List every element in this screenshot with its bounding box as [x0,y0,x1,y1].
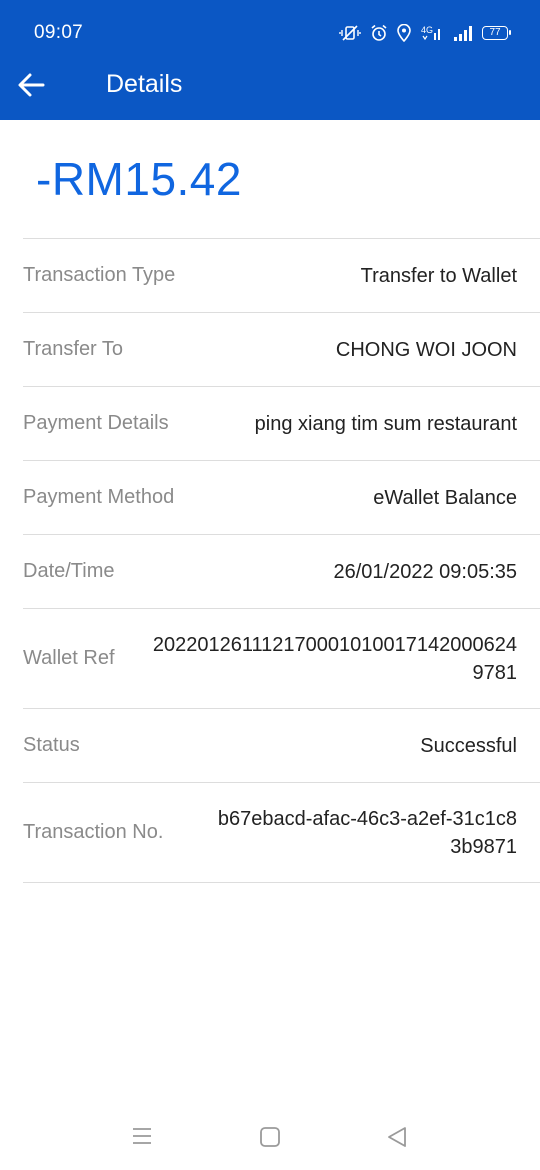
back-triangle-icon [388,1127,406,1147]
detail-value: 26/01/2022 09:05:35 [333,560,517,583]
detail-label: Wallet Ref [23,647,115,669]
detail-row-date-time: Date/Time 26/01/2022 09:05:35 [23,535,540,609]
detail-label: Status [23,734,80,756]
detail-value: ping xiang tim sum restaurant [254,412,517,435]
detail-row-transaction-type: Transaction Type Transfer to Wallet [23,239,540,313]
vibrate-mute-icon [339,24,361,42]
detail-label: Payment Method [23,486,175,508]
status-bar: 09:07 4G 77 [0,0,540,66]
status-value: Successful [420,734,517,757]
app-header: 09:07 4G 77 Details [0,0,540,120]
location-icon [397,24,411,42]
alarm-icon [370,24,388,42]
battery-icon: 77 [482,26,511,40]
detail-value: Transfer to Wallet [360,264,517,287]
page-title: Details [106,70,183,98]
nav-back-button[interactable] [386,1126,410,1148]
transaction-amount: -RM15.42 [36,153,242,205]
arrow-left-icon [18,73,45,97]
detail-row-transfer-to: Transfer To CHONG WOI JOON [23,313,540,387]
detail-value: b67ebacd-afac-46c3-a2ef-31c1c83b9871 [217,807,517,858]
system-nav-bar [0,1100,540,1170]
svg-text:4G: 4G [421,25,433,35]
detail-row-payment-details: Payment Details ping xiang tim sum resta… [23,387,540,461]
detail-row-status: Status Successful [23,709,540,783]
detail-value: eWallet Balance [373,486,517,509]
nav-menu-button[interactable] [131,1126,155,1148]
nav-home-button[interactable] [259,1126,283,1148]
4g-icon: 4G [420,24,444,42]
detail-label: Transaction Type [23,264,176,286]
detail-label: Transaction No. [23,821,164,843]
detail-row-transaction-no: Transaction No. b67ebacd-afac-46c3-a2ef-… [23,783,540,883]
menu-icon [133,1128,151,1144]
detail-label: Transfer To [23,338,124,360]
detail-value: CHONG WOI JOON [335,338,517,361]
detail-label: Date/Time [23,560,115,582]
status-icons: 4G 77 [339,22,511,44]
detail-row-payment-method: Payment Method eWallet Balance [23,461,540,535]
detail-value: 20220126111217000101001714200​06249781 [152,633,517,684]
details-list: Transaction Type Transfer to Wallet Tran… [23,238,540,883]
home-square-icon [260,1127,280,1147]
detail-row-wallet-ref: Wallet Ref 20220126111217000101001714200… [23,609,540,709]
back-button[interactable] [14,68,48,102]
detail-label: Payment Details [23,412,169,434]
signal-icon [453,25,473,41]
status-time: 09:07 [34,22,84,43]
